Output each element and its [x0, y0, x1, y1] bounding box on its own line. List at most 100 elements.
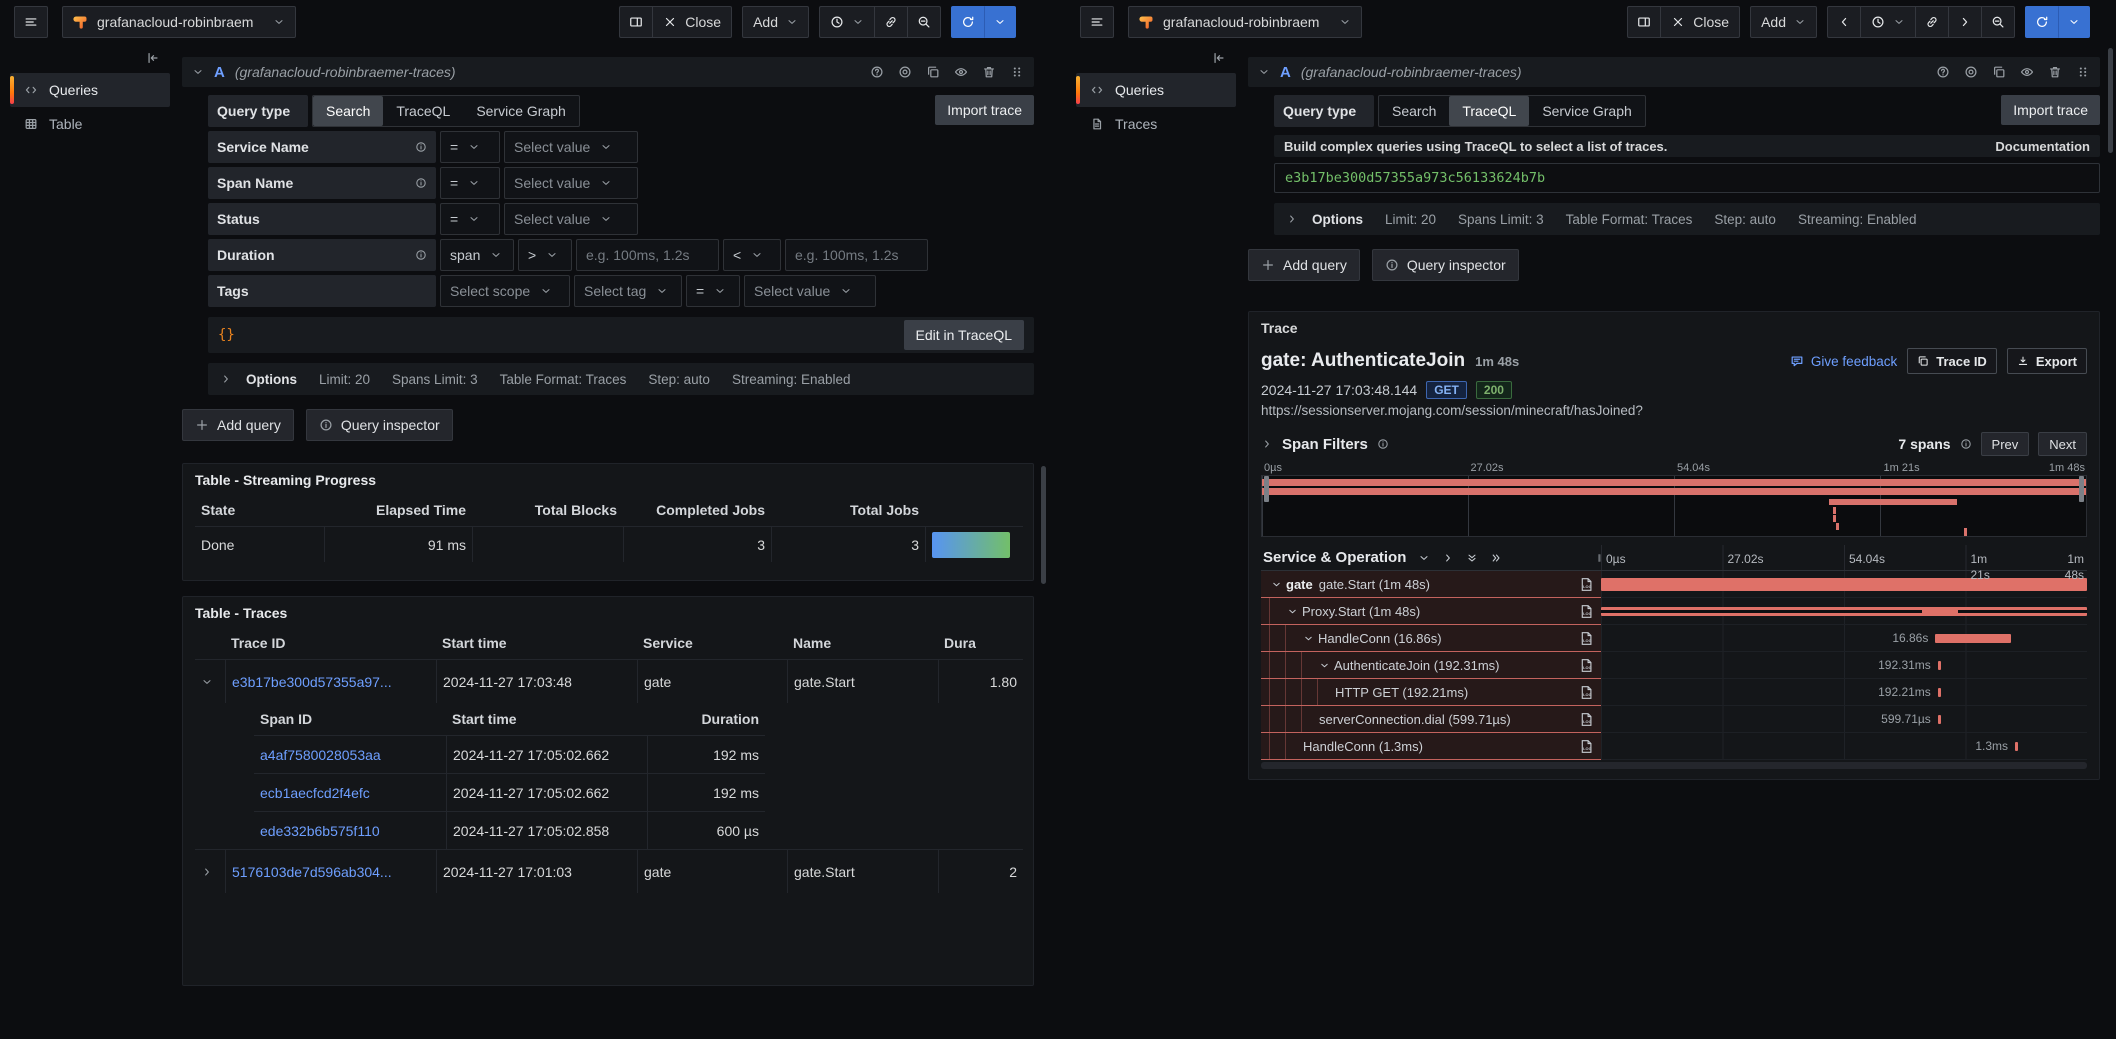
- tags-operator-select[interactable]: =: [686, 275, 740, 307]
- query-options-strip[interactable]: Options Limit: 20 Spans Limit: 3 Table F…: [208, 363, 1034, 395]
- span-id-link[interactable]: a4af7580028053aa: [260, 747, 381, 763]
- remove-query-icon[interactable]: [982, 65, 996, 79]
- tab-service-graph[interactable]: Service Graph: [463, 96, 578, 126]
- span-log-icon[interactable]: LOG: [1579, 577, 1594, 592]
- status-operator-select[interactable]: =: [440, 203, 500, 235]
- span-duration-bar[interactable]: [1938, 688, 1941, 697]
- row-expander[interactable]: [195, 849, 225, 893]
- span-duration-bar[interactable]: [1601, 578, 2087, 591]
- duration-gt-operator-select[interactable]: >: [518, 239, 572, 271]
- column-header-state[interactable]: State: [195, 494, 324, 526]
- timeline-horizontal-scrollbar[interactable]: [1261, 762, 2087, 769]
- tab-service-graph[interactable]: Service Graph: [1529, 96, 1644, 126]
- span-row[interactable]: HandleConn (16.86s)LOG16.86s: [1261, 625, 2087, 652]
- column-header-elapsed[interactable]: Elapsed Time: [324, 494, 472, 526]
- span-duration-bar[interactable]: [1935, 634, 2011, 643]
- datasource-picker[interactable]: grafanacloud-robinbraem: [62, 6, 296, 38]
- collapse-query-icon[interactable]: [192, 66, 204, 78]
- span-duration-bar[interactable]: [1938, 715, 1941, 724]
- documentation-link[interactable]: Documentation: [1995, 139, 2090, 154]
- query-history-icon[interactable]: [898, 65, 912, 79]
- mega-menu-button[interactable]: [1080, 6, 1114, 38]
- span-log-icon[interactable]: LOG: [1579, 658, 1594, 673]
- column-header-span-start[interactable]: Start time: [446, 703, 647, 735]
- span-row[interactable]: HTTP GET (192.21ms)LOG192.21ms: [1261, 679, 2087, 706]
- span-row[interactable]: HandleConn (1.3ms)LOG1.3ms: [1261, 733, 2087, 760]
- status-value-select[interactable]: Select value: [504, 203, 638, 235]
- close-pane-button[interactable]: Close: [652, 6, 732, 38]
- span-row[interactable]: gategate.Start (1m 48s)LOG: [1261, 571, 2087, 598]
- collapse-one-icon[interactable]: [1442, 552, 1454, 564]
- time-shift-back-button[interactable]: [1827, 6, 1860, 38]
- row-expander[interactable]: [195, 659, 225, 703]
- chevron-right-icon[interactable]: [1261, 438, 1273, 450]
- collapse-span-icon[interactable]: [1303, 633, 1318, 644]
- timeline-minimap[interactable]: [1261, 475, 2087, 537]
- span-name-operator-select[interactable]: =: [440, 167, 500, 199]
- duplicate-query-icon[interactable]: [926, 65, 940, 79]
- run-query-interval-button[interactable]: [984, 6, 1016, 38]
- span-log-icon[interactable]: LOG: [1579, 604, 1594, 619]
- give-feedback-link[interactable]: Give feedback: [1790, 354, 1897, 369]
- span-log-icon[interactable]: LOG: [1579, 685, 1594, 700]
- split-pane-button[interactable]: [619, 6, 652, 38]
- mega-menu-button[interactable]: [14, 6, 48, 38]
- trace-id-link[interactable]: e3b17be300d57355a97...: [232, 674, 392, 690]
- zoom-out-button[interactable]: [1981, 6, 2015, 38]
- import-trace-button[interactable]: Import trace: [2001, 95, 2100, 125]
- minimap-left-handle[interactable]: [1264, 476, 1269, 502]
- run-query-interval-button[interactable]: [2058, 6, 2090, 38]
- column-header-trace-id[interactable]: Trace ID: [225, 627, 436, 659]
- tags-tag-select[interactable]: Select tag: [574, 275, 682, 307]
- sidebar-item-table[interactable]: Table: [10, 107, 170, 141]
- run-query-button[interactable]: [2025, 6, 2058, 38]
- sort-chevron-down-icon[interactable]: [1418, 552, 1430, 564]
- span-filters-label[interactable]: Span Filters: [1282, 436, 1368, 453]
- duration-max-input[interactable]: [785, 239, 928, 271]
- column-header-duration[interactable]: Dura: [938, 627, 1023, 659]
- duration-scope-select[interactable]: span: [440, 239, 514, 271]
- edit-in-traceql-button[interactable]: Edit in TraceQL: [904, 320, 1025, 350]
- time-picker-button[interactable]: [819, 6, 874, 38]
- duplicate-query-icon[interactable]: [1992, 65, 2006, 79]
- span-log-icon[interactable]: LOG: [1579, 712, 1594, 727]
- query-inspector-button[interactable]: Query inspector: [306, 409, 453, 441]
- duration-min-input[interactable]: [576, 239, 719, 271]
- query-options-strip[interactable]: Options Limit: 20 Spans Limit: 3 Table F…: [1274, 203, 2100, 235]
- span-duration-bar[interactable]: [2015, 742, 2018, 751]
- column-header-total-jobs[interactable]: Total Jobs: [771, 494, 925, 526]
- column-header-span-duration[interactable]: Duration: [647, 703, 765, 735]
- collapse-outline-icon[interactable]: [146, 51, 160, 65]
- span-row[interactable]: Proxy.Start (1m 48s)LOG: [1261, 598, 2087, 625]
- span-log-icon[interactable]: LOG: [1579, 739, 1594, 754]
- span-log-icon[interactable]: LOG: [1579, 631, 1594, 646]
- collapse-outline-icon[interactable]: [1212, 51, 1226, 65]
- column-header-start-time[interactable]: Start time: [436, 627, 637, 659]
- tags-scope-select[interactable]: Select scope: [440, 275, 570, 307]
- sidebar-item-traces[interactable]: Traces: [1076, 107, 1236, 141]
- query-history-icon[interactable]: [1964, 65, 1978, 79]
- collapse-span-icon[interactable]: [1319, 660, 1334, 671]
- tab-search[interactable]: Search: [1379, 96, 1449, 126]
- tab-search[interactable]: Search: [313, 96, 383, 126]
- column-header-blocks[interactable]: Total Blocks: [472, 494, 623, 526]
- service-name-value-select[interactable]: Select value: [504, 131, 638, 163]
- run-query-button[interactable]: [951, 6, 984, 38]
- disable-query-icon[interactable]: [2020, 65, 2034, 79]
- split-pane-button[interactable]: [1627, 6, 1660, 38]
- span-id-link[interactable]: ecb1aecfcd2f4efc: [260, 785, 370, 801]
- zoom-out-button[interactable]: [907, 6, 941, 38]
- column-header-span-id[interactable]: Span ID: [254, 703, 446, 735]
- import-trace-button[interactable]: Import trace: [935, 95, 1034, 125]
- right-pane-scrollbar[interactable]: [2108, 48, 2113, 153]
- column-header-completed[interactable]: Completed Jobs: [623, 494, 771, 526]
- prev-span-button[interactable]: Prev: [1981, 432, 2030, 456]
- span-id-link[interactable]: ede332b6b575f110: [260, 823, 380, 839]
- add-query-button[interactable]: Add query: [1248, 249, 1360, 281]
- drag-handle-icon[interactable]: [2076, 65, 2090, 79]
- next-span-button[interactable]: Next: [2038, 432, 2087, 456]
- sidebar-item-queries[interactable]: Queries: [10, 73, 170, 107]
- datasource-picker[interactable]: grafanacloud-robinbraem: [1128, 6, 1362, 38]
- disable-query-icon[interactable]: [954, 65, 968, 79]
- time-picker-button[interactable]: [1860, 6, 1915, 38]
